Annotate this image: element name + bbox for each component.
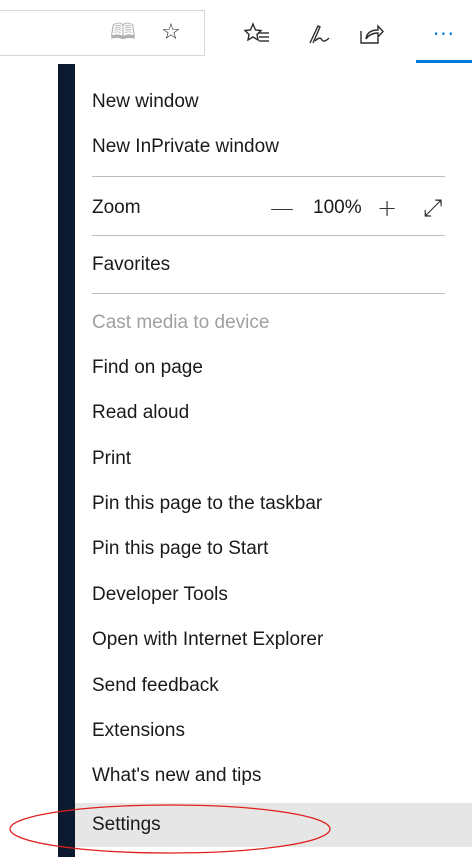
- menu-item-pin-taskbar[interactable]: Pin this page to the taskbar: [75, 482, 472, 526]
- menu-item-send-feedback[interactable]: Send feedback: [75, 664, 472, 708]
- menu-separator: [92, 293, 445, 294]
- share-icon[interactable]: [356, 18, 386, 48]
- menu-separator: [92, 235, 445, 236]
- zoom-label: Zoom: [92, 197, 141, 218]
- menu-item-find-on-page[interactable]: Find on page: [75, 346, 472, 390]
- zoom-out-button[interactable]: —: [270, 186, 294, 230]
- menu-item-developer-tools[interactable]: Developer Tools: [75, 573, 472, 617]
- more-actions-indicator: [416, 60, 472, 63]
- menu-item-read-aloud[interactable]: Read aloud: [75, 391, 472, 435]
- menu-item-new-window[interactable]: New window: [75, 80, 472, 124]
- menu-item-favorites[interactable]: Favorites: [75, 243, 472, 287]
- more-actions-button[interactable]: ···: [416, 8, 472, 60]
- reading-view-icon[interactable]: 🕮: [108, 18, 138, 48]
- menu-separator: [92, 176, 445, 177]
- browser-toolbar: 🕮 ☆ ···: [0, 0, 472, 64]
- favorite-star-icon[interactable]: ☆: [156, 18, 186, 48]
- menu-item-extensions[interactable]: Extensions: [75, 709, 472, 753]
- favorites-hub-icon[interactable]: [242, 18, 272, 48]
- fullscreen-icon[interactable]: ⤢: [423, 186, 442, 230]
- menu-item-pin-start[interactable]: Pin this page to Start: [75, 527, 472, 571]
- menu-item-zoom: Zoom — 100% + ⤢: [75, 186, 472, 230]
- menu-item-open-ie[interactable]: Open with Internet Explorer: [75, 618, 472, 662]
- zoom-level: 100%: [313, 197, 362, 218]
- menu-left-bar: [58, 64, 75, 857]
- menu-item-print[interactable]: Print: [75, 437, 472, 481]
- zoom-in-button[interactable]: +: [377, 186, 397, 230]
- menu-item-settings[interactable]: Settings: [75, 803, 472, 847]
- menu-item-new-inprivate-window[interactable]: New InPrivate window: [75, 125, 472, 169]
- menu-item-cast-media: Cast media to device: [92, 312, 270, 333]
- menu-item-whats-new[interactable]: What's new and tips: [75, 754, 472, 798]
- web-note-icon[interactable]: [304, 18, 334, 48]
